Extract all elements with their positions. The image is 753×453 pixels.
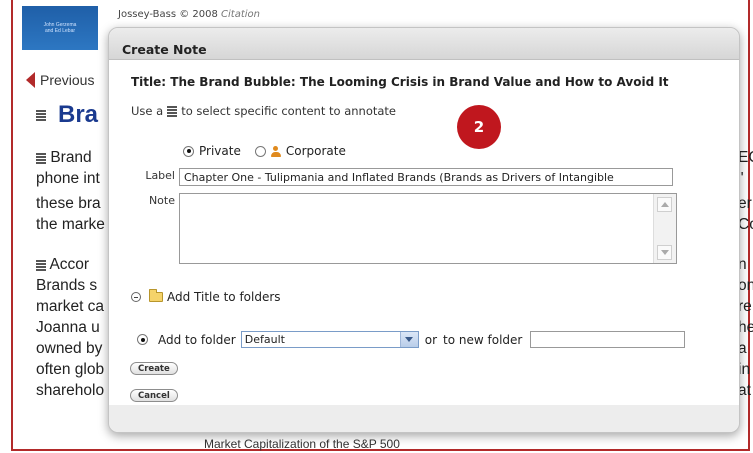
- label-input[interactable]: Chapter One - Tulipmania and Inflated Br…: [179, 168, 673, 186]
- body-line-end: on: [738, 277, 753, 294]
- collapse-icon[interactable]: [131, 292, 141, 302]
- cover-text: and Ed Lebar: [44, 28, 76, 34]
- visibility-options: Private Corporate: [183, 144, 346, 158]
- body-line-end: re: [738, 298, 752, 315]
- new-folder-input[interactable]: [530, 331, 686, 348]
- or-label: or: [424, 332, 438, 347]
- dialog-footer: [109, 405, 739, 432]
- add-to-folder-row: Add to folder Default or to new folder: [137, 331, 686, 348]
- body-line: these bra: [36, 195, 101, 212]
- instruction-text: Use a to select specific content to anno…: [131, 104, 397, 118]
- book-cover-thumbnail[interactable]: John Gerzema and Ed Lebar: [22, 6, 98, 50]
- body-line: market ca: [36, 298, 105, 315]
- add-to-folders-toggle[interactable]: Add Title to folders: [131, 289, 281, 304]
- note-field-label: Note: [148, 194, 175, 207]
- chapter-heading-text: Bra: [58, 101, 99, 128]
- corporate-radio[interactable]: [254, 145, 266, 157]
- body-line-end: er: [738, 195, 752, 212]
- folder-select-value: Default: [244, 333, 285, 346]
- body-line: Brands s: [36, 277, 98, 294]
- book-title: Title: The Brand Bubble: The Looming Cri…: [131, 75, 669, 89]
- body-line: Accor: [36, 255, 89, 275]
- body-line: phone int: [36, 170, 100, 187]
- body-line: Joanna u: [36, 319, 100, 336]
- scroll-up-icon[interactable]: [657, 197, 672, 212]
- paragraph-select-icon[interactable]: [36, 259, 46, 271]
- chapter-heading: Bra: [36, 101, 98, 129]
- body-line: the marke: [36, 216, 105, 233]
- create-note-dialog: Create Note Title: The Brand Bubble: The…: [108, 27, 740, 433]
- figure-caption: Market Capitalization of the S&P 500: [204, 437, 400, 451]
- private-radio[interactable]: [183, 145, 194, 157]
- paragraph-select-icon[interactable]: [36, 152, 46, 164]
- note-scrollbar[interactable]: [653, 194, 676, 263]
- body-line: owned by: [36, 340, 103, 357]
- previous-label: Previous: [40, 72, 95, 88]
- private-label: Private: [199, 144, 241, 158]
- person-icon: [270, 145, 281, 157]
- previous-link[interactable]: Previous: [26, 72, 94, 88]
- citation-publisher: Jossey-Bass © 2008: [118, 9, 218, 20]
- cancel-button[interactable]: Cancel: [130, 389, 178, 402]
- scroll-down-icon[interactable]: [657, 245, 672, 260]
- body-line-end: Co: [738, 216, 753, 233]
- add-to-folder-label: Add to folder: [158, 332, 236, 347]
- add-to-folders-label: Add Title to folders: [167, 290, 281, 304]
- note-textarea[interactable]: [179, 193, 677, 264]
- step-badge: 2: [457, 105, 501, 149]
- dialog-title: Create Note: [122, 42, 207, 57]
- previous-arrow-icon: [26, 72, 35, 88]
- new-folder-label: to new folder: [443, 332, 523, 347]
- body-line: often glob: [36, 361, 105, 378]
- body-line-end: EC: [738, 149, 753, 166]
- body-line: Brand: [36, 148, 92, 168]
- corporate-label: Corporate: [285, 144, 346, 158]
- add-to-folder-radio[interactable]: [137, 334, 148, 345]
- create-button[interactable]: Create: [130, 362, 178, 375]
- citation-bar: Jossey-Bass © 2008 Citation: [118, 9, 260, 20]
- chevron-down-icon[interactable]: [399, 332, 418, 347]
- folder-select[interactable]: Default: [240, 331, 419, 348]
- paragraph-select-icon: [167, 105, 178, 117]
- body-line-end: he: [738, 319, 753, 336]
- label-field-label: Label: [145, 169, 175, 182]
- citation-link[interactable]: Citation: [221, 9, 260, 20]
- folder-icon: [149, 289, 163, 302]
- paragraph-select-icon[interactable]: [36, 109, 46, 121]
- dialog-header[interactable]: Create Note: [109, 28, 739, 60]
- body-line: shareholo: [36, 382, 105, 399]
